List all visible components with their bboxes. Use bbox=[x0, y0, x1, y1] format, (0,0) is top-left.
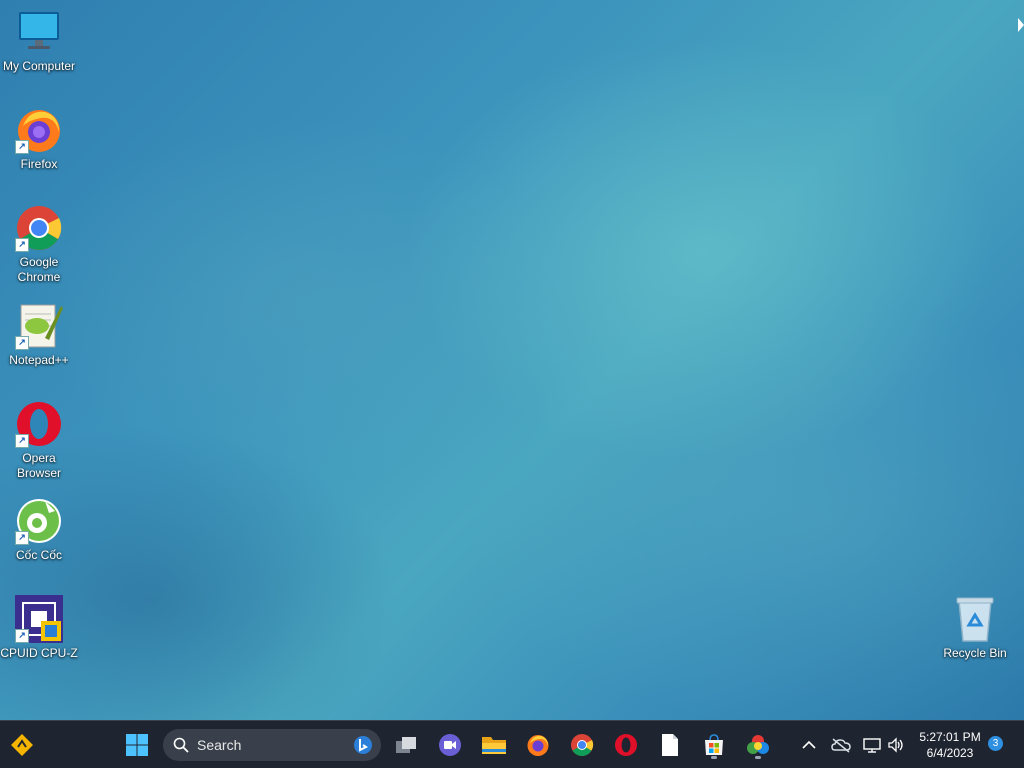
running-indicator bbox=[755, 756, 761, 759]
volume-tray-button[interactable] bbox=[884, 729, 908, 761]
search-box[interactable]: Search bbox=[163, 729, 381, 761]
desktop-icon-google-chrome[interactable]: ↗ Google Chrome bbox=[0, 204, 78, 285]
meet-chat-icon bbox=[439, 734, 461, 756]
desktop-icon-firefox[interactable]: ↗ Firefox bbox=[0, 106, 78, 172]
notepad-taskbar-button[interactable] bbox=[654, 729, 686, 761]
meet-chat-button[interactable] bbox=[434, 729, 466, 761]
network-tray-button[interactable] bbox=[860, 729, 884, 761]
taskbar-clock[interactable]: 5:27:01 PM 6/4/2023 bbox=[908, 729, 992, 761]
photos-icon bbox=[747, 735, 769, 754]
firefox-taskbar-button[interactable] bbox=[522, 729, 554, 761]
microsoft-store-icon bbox=[705, 734, 723, 755]
notification-badge[interactable]: 3 bbox=[988, 736, 1003, 751]
desktop-icon-label: Opera Browser bbox=[16, 451, 61, 480]
network-icon bbox=[863, 738, 881, 753]
shortcut-arrow-icon: ↗ bbox=[15, 434, 29, 448]
cpu-z-icon: ↗ bbox=[15, 595, 63, 643]
running-indicator bbox=[711, 756, 717, 759]
firefox-icon: ↗ bbox=[15, 106, 63, 154]
shortcut-arrow-icon: ↗ bbox=[15, 336, 29, 350]
show-hidden-icons-button[interactable] bbox=[798, 729, 820, 761]
coc-coc-icon: ↗ bbox=[15, 497, 63, 545]
monitor-icon bbox=[15, 8, 63, 56]
firefox-icon bbox=[527, 735, 549, 756]
desktop-icon-label: My Computer bbox=[2, 59, 76, 73]
desktop-icon-label: Cốc Cốc bbox=[15, 548, 62, 562]
start-button[interactable] bbox=[121, 729, 153, 761]
desktop-icon-label: Notepad++ bbox=[9, 353, 69, 367]
opera-icon: ↗ bbox=[15, 400, 63, 448]
desktop-icon-label: Firefox bbox=[20, 157, 58, 171]
desktop-icon-notepad-plus-plus[interactable]: ↗ Notepad++ bbox=[0, 302, 78, 368]
desktop-icon-cpuid-cpu-z[interactable]: ↗ CPUID CPU-Z bbox=[0, 595, 78, 661]
onedrive-tray-button[interactable] bbox=[828, 729, 854, 761]
opera-taskbar-button[interactable] bbox=[610, 729, 642, 761]
chevron-up-icon bbox=[802, 740, 816, 749]
chrome-taskbar-button[interactable] bbox=[566, 729, 598, 761]
widgets-button[interactable] bbox=[6, 729, 38, 761]
volume-icon bbox=[888, 737, 903, 753]
desktop-icon-label: CPUID CPU-Z bbox=[0, 646, 78, 660]
recycle-bin-icon bbox=[951, 595, 999, 643]
task-view-button[interactable] bbox=[390, 729, 422, 761]
notepad-plus-plus-icon: ↗ bbox=[15, 302, 63, 350]
chrome-icon bbox=[571, 734, 594, 756]
opera-icon bbox=[615, 734, 637, 756]
bing-icon[interactable] bbox=[353, 735, 373, 760]
search-placeholder: Search bbox=[197, 737, 242, 753]
desktop-icon-recycle-bin[interactable]: Recycle Bin bbox=[936, 595, 1014, 661]
desktop-icon-label: Google Chrome bbox=[17, 255, 61, 284]
clock-time: 5:27:01 PM bbox=[919, 730, 981, 744]
onedrive-offline-icon bbox=[831, 738, 851, 753]
shortcut-arrow-icon: ↗ bbox=[15, 531, 29, 545]
task-view-icon bbox=[396, 737, 416, 753]
desktop-icon-opera-browser[interactable]: ↗ Opera Browser bbox=[0, 400, 78, 481]
search-icon bbox=[173, 737, 189, 753]
photos-taskbar-button[interactable] bbox=[742, 729, 774, 761]
shortcut-arrow-icon: ↗ bbox=[15, 629, 29, 643]
notepad-icon bbox=[662, 734, 678, 756]
desktop-icon-my-computer[interactable]: My Computer bbox=[0, 8, 78, 74]
start-icon bbox=[126, 734, 148, 756]
desktop: My Computer ↗ Firefox ↗ Google Chrome ↗ … bbox=[0, 0, 1024, 720]
shortcut-arrow-icon: ↗ bbox=[15, 140, 29, 154]
taskbar: Search 5:27:01 PM 6/4/2023 bbox=[0, 720, 1024, 768]
file-explorer-icon bbox=[482, 737, 506, 754]
file-explorer-button[interactable] bbox=[478, 729, 510, 761]
mouse-cursor-icon bbox=[1018, 18, 1024, 32]
desktop-icon-label: Recycle Bin bbox=[943, 646, 1007, 660]
chrome-icon: ↗ bbox=[15, 204, 63, 252]
clock-date: 6/4/2023 bbox=[926, 746, 974, 760]
microsoft-store-taskbar-button[interactable] bbox=[698, 729, 730, 761]
shortcut-arrow-icon: ↗ bbox=[15, 238, 29, 252]
widgets-icon bbox=[11, 734, 33, 756]
desktop-icon-coc-coc[interactable]: ↗ Cốc Cốc bbox=[0, 497, 78, 563]
